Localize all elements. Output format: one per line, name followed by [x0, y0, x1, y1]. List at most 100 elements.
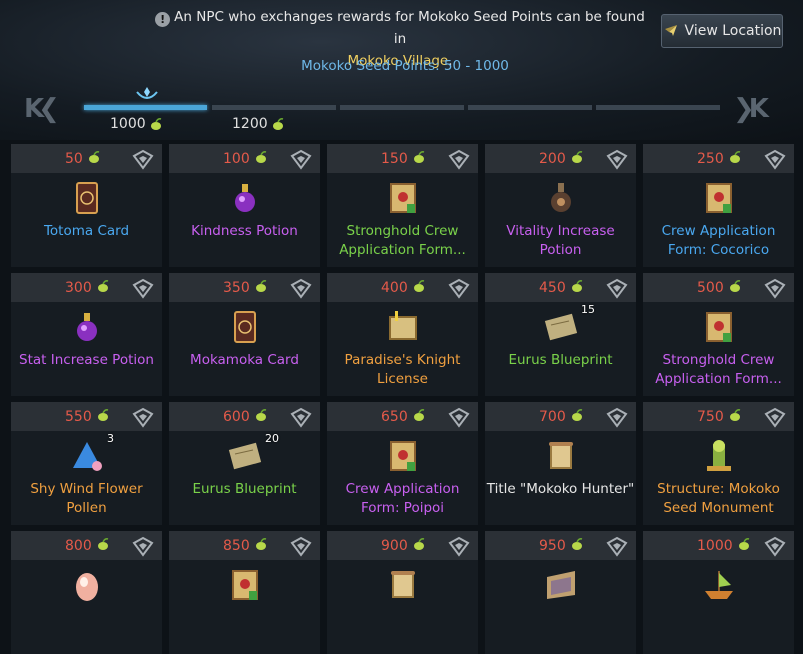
- reward-cost-bar: 600: [169, 402, 320, 431]
- potion-icon: [235, 184, 255, 212]
- first-page-button[interactable]: K❮: [24, 94, 60, 124]
- reward-slot[interactable]: 50 Totoma Card: [11, 144, 162, 267]
- reward-cost: 850: [223, 538, 268, 554]
- reward-slot[interactable]: 600 20 Eurus Blueprint: [169, 402, 320, 525]
- reward-cost-bar: 50: [11, 144, 162, 173]
- expedition-emblem-icon: [606, 536, 628, 557]
- expedition-emblem-icon: [606, 149, 628, 170]
- reward-slot[interactable]: 150 Stronghold Crew Application Form...: [327, 144, 478, 267]
- item-quantity: 3: [107, 432, 114, 445]
- timeline-segment[interactable]: [340, 105, 464, 110]
- reward-slot[interactable]: 550 3 Shy Wind Flower Pollen: [11, 402, 162, 525]
- reward-cost: 1000: [697, 538, 751, 554]
- last-page-button[interactable]: ❯K: [733, 94, 769, 124]
- expedition-emblem-icon: [290, 536, 312, 557]
- potion-icon: [77, 313, 97, 341]
- reward-cost: 150: [381, 151, 426, 167]
- mokoko-seed-icon: [97, 408, 108, 421]
- timeline-segment[interactable]: [84, 105, 207, 110]
- reward-cost: 400: [381, 280, 426, 296]
- reward-slot[interactable]: 250 Crew Application Form: Cocorico: [643, 144, 794, 267]
- reward-name: Stronghold Crew Application Form...: [655, 352, 782, 387]
- reward-cost-bar: 800: [11, 531, 162, 560]
- pollen-icon: [73, 442, 102, 471]
- timeline-segment[interactable]: [212, 105, 336, 110]
- reward-cost: 300: [65, 280, 110, 296]
- reward-cost-bar: 200: [485, 144, 636, 173]
- mokoko-seed-icon: [97, 537, 108, 550]
- reward-cost-bar: 450: [485, 273, 636, 302]
- expedition-emblem-icon: [448, 536, 470, 557]
- expedition-emblem-icon: [764, 407, 786, 428]
- mokoko-seed-icon: [729, 279, 740, 292]
- reward-slot[interactable]: 750 Structure: Mokoko Seed Monument: [643, 402, 794, 525]
- reward-slot[interactable]: 400 Paradise's Knight License: [327, 273, 478, 396]
- reward-slot[interactable]: 650 Crew Application Form: Poipoi: [327, 402, 478, 525]
- expedition-emblem-icon: [606, 278, 628, 299]
- expedition-emblem-icon: [132, 149, 154, 170]
- reward-slot[interactable]: 1000: [643, 531, 794, 654]
- reward-slot[interactable]: 200 Vitality Increase Potion: [485, 144, 636, 267]
- monument-icon: [707, 440, 731, 471]
- application-form-icon: [232, 570, 258, 600]
- mokoko-seed-icon: [255, 279, 266, 292]
- reward-name: Kindness Potion: [191, 223, 298, 239]
- card-icon: [234, 311, 256, 343]
- reward-slot[interactable]: 850: [169, 531, 320, 654]
- mokoko-seed-icon: [150, 118, 161, 130]
- mokoko-seed-icon: [413, 150, 424, 163]
- card-icon: [76, 182, 98, 214]
- reward-cost: 700: [539, 409, 584, 425]
- reward-cost: 350: [223, 280, 268, 296]
- view-location-button[interactable]: View Location: [661, 14, 783, 48]
- reward-cost: 50: [65, 151, 101, 167]
- mokoko-seed-icon: [255, 537, 266, 550]
- reward-name: Stronghold Crew Application Form...: [339, 223, 466, 258]
- reward-cost: 200: [539, 151, 584, 167]
- reward-slot[interactable]: 100 Kindness Potion: [169, 144, 320, 267]
- application-form-icon: [390, 441, 416, 471]
- reward-name: Stat Increase Potion: [19, 352, 154, 368]
- reward-slot[interactable]: 800: [11, 531, 162, 654]
- mokoko-seed-icon: [413, 408, 424, 421]
- license-icon: [389, 311, 417, 340]
- mokoko-seed-icon: [413, 537, 424, 550]
- mokoko-seed-icon: [729, 150, 740, 163]
- timeline-segment[interactable]: [596, 105, 720, 110]
- reward-name: Vitality Increase Potion: [506, 223, 615, 258]
- egg-icon: [76, 573, 98, 601]
- compass-icon: [664, 25, 677, 36]
- reward-cost-bar: 1000: [643, 531, 794, 560]
- item-quantity: 15: [581, 303, 595, 316]
- reward-name: Mokamoka Card: [190, 352, 299, 368]
- notice-text: An NPC who exchanges rewards for Mokoko …: [174, 9, 645, 47]
- reward-slot[interactable]: 300 Stat Increase Potion: [11, 273, 162, 396]
- reward-cost: 450: [539, 280, 584, 296]
- reward-cost: 100: [223, 151, 268, 167]
- timeline-segment[interactable]: [468, 105, 592, 110]
- application-form-icon: [706, 312, 732, 342]
- expedition-emblem-icon: [606, 407, 628, 428]
- application-form-icon: [390, 183, 416, 213]
- reward-slot[interactable]: 450 15 Eurus Blueprint: [485, 273, 636, 396]
- reward-cost: 600: [223, 409, 268, 425]
- reward-name: Paradise's Knight License: [344, 352, 461, 387]
- expedition-emblem-icon: [290, 278, 312, 299]
- reward-name: Structure: Mokoko Seed Monument: [657, 481, 780, 516]
- reward-slot[interactable]: 500 Stronghold Crew Application Form...: [643, 273, 794, 396]
- application-form-icon: [706, 183, 732, 213]
- reward-cost-bar: 950: [485, 531, 636, 560]
- scroll-icon: [549, 442, 573, 469]
- reward-slot[interactable]: 950: [485, 531, 636, 654]
- reward-cost-bar: 300: [11, 273, 162, 302]
- reward-slot[interactable]: 350 Mokamoka Card: [169, 273, 320, 396]
- reward-slot[interactable]: 900: [327, 531, 478, 654]
- reward-cost-bar: 550: [11, 402, 162, 431]
- reward-slot[interactable]: 700 Title "Mokoko Hunter": [485, 402, 636, 525]
- expedition-emblem-icon: [290, 149, 312, 170]
- reward-cost-bar: 500: [643, 273, 794, 302]
- info-icon: !: [155, 12, 171, 27]
- expedition-emblem-icon: [448, 278, 470, 299]
- reward-cost: 950: [539, 538, 584, 554]
- ship-icon: [705, 571, 733, 599]
